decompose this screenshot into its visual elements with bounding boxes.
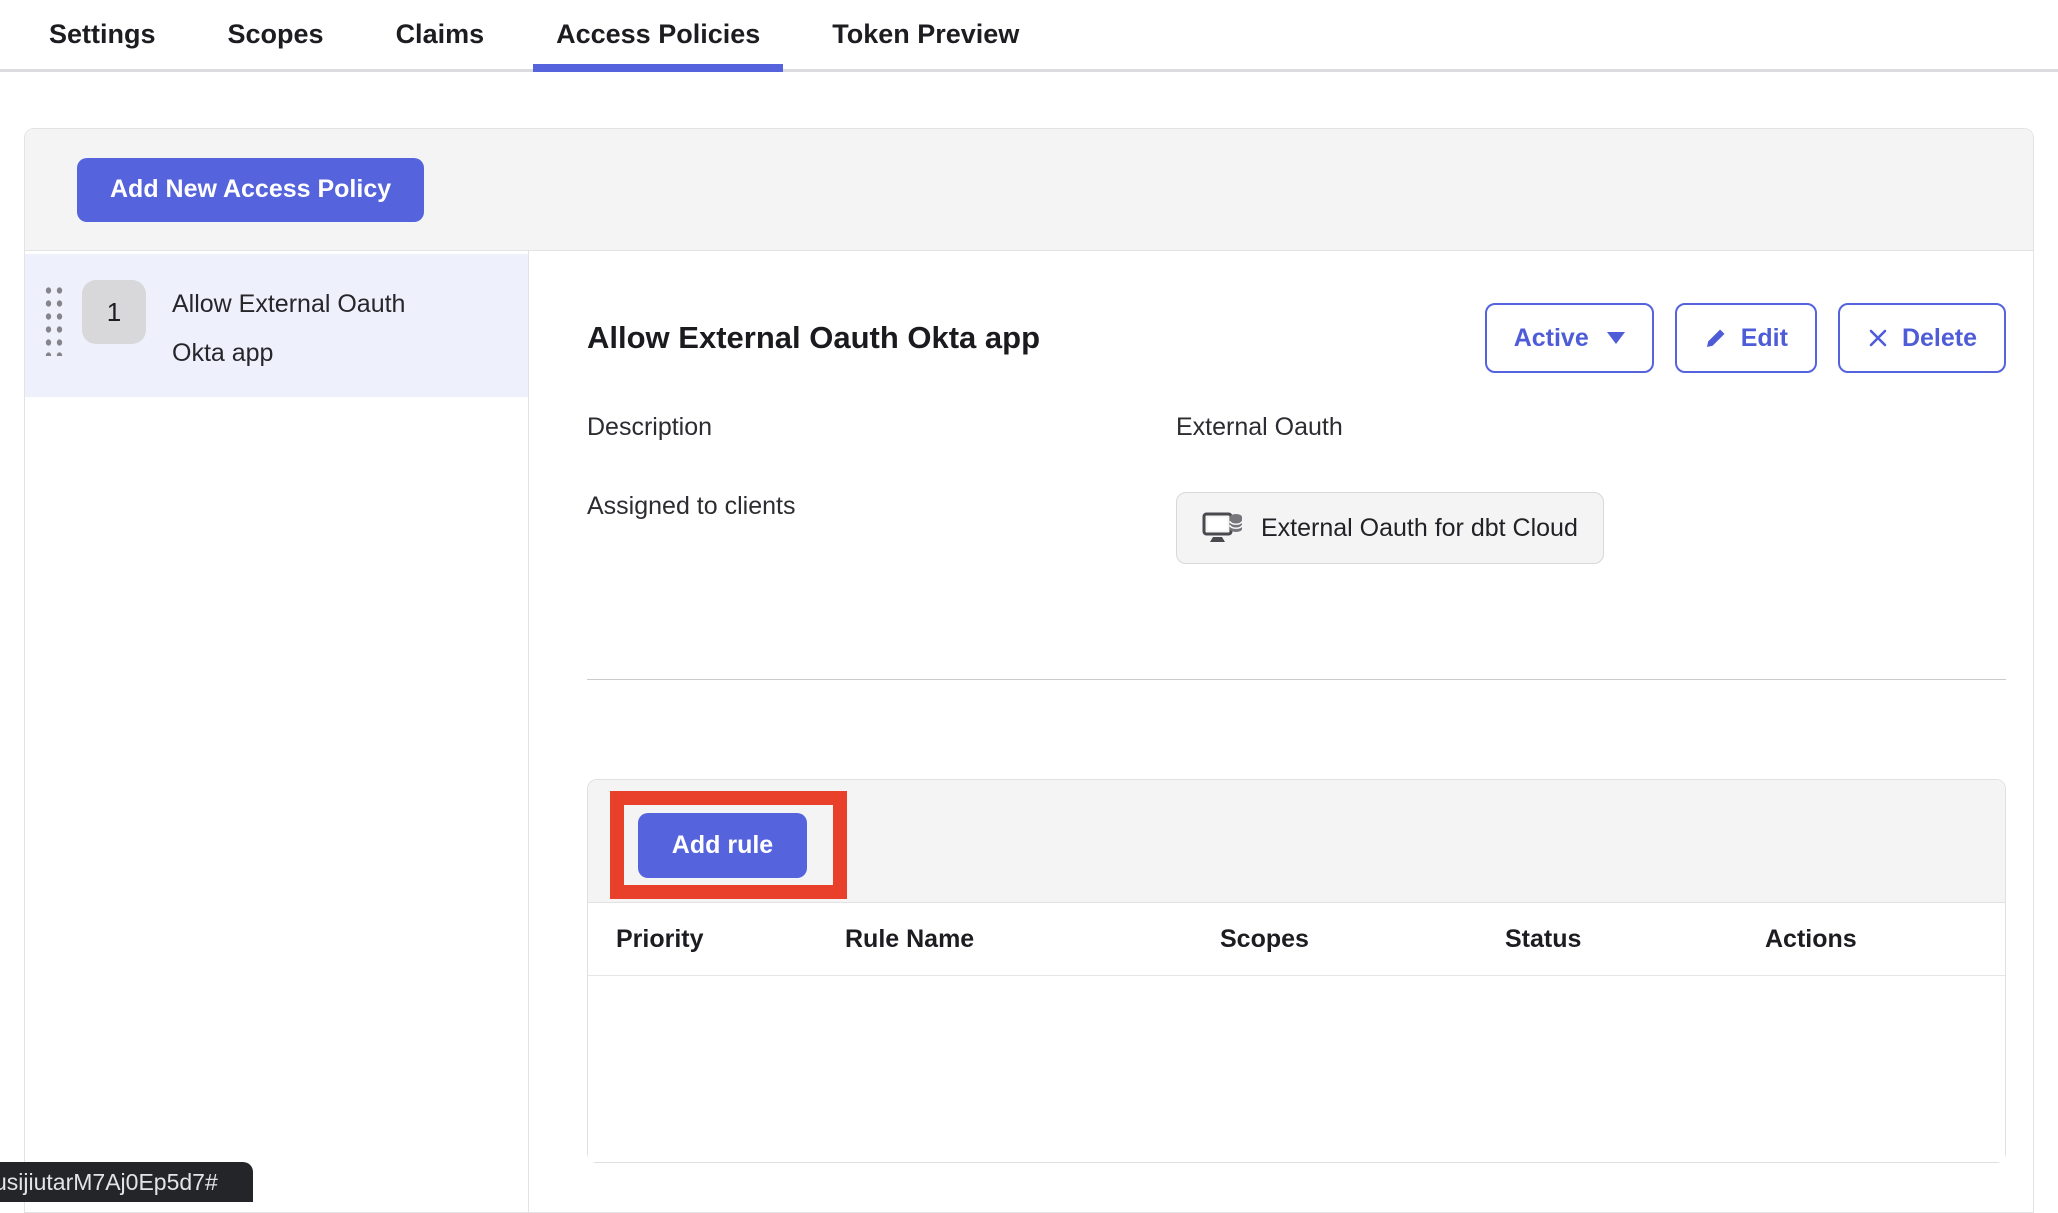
- card-header: Add New Access Policy: [25, 129, 2033, 251]
- chevron-down-icon: [1607, 332, 1625, 344]
- tab-token-preview[interactable]: Token Preview: [832, 0, 1019, 69]
- access-policies-card: Add New Access Policy 1 Allow External O…: [24, 128, 2034, 1213]
- description-label: Description: [587, 413, 1176, 442]
- client-chip[interactable]: External Oauth for dbt Cloud: [1176, 492, 1604, 564]
- tab-bar: Settings Scopes Claims Access Policies T…: [0, 0, 2058, 72]
- x-icon: [1867, 327, 1889, 349]
- drag-handle-icon[interactable]: [43, 284, 65, 356]
- rules-table-body: [588, 976, 2005, 1162]
- policy-list-item[interactable]: 1 Allow External Oauth Okta app: [25, 254, 528, 397]
- add-new-access-policy-button[interactable]: Add New Access Policy: [77, 158, 424, 222]
- policy-name-label: Allow External Oauth Okta app: [172, 280, 412, 378]
- column-header-scopes: Scopes: [1220, 925, 1505, 954]
- link-preview-text: usijiutarM7Aj0Ep5d7#: [0, 1169, 218, 1196]
- rules-table-header: Priority Rule Name Scopes Status Actions: [588, 903, 2005, 976]
- policy-title: Allow External Oauth Okta app: [587, 320, 1040, 356]
- description-value: External Oauth: [1176, 413, 2006, 442]
- policy-priority-badge: 1: [82, 280, 146, 344]
- section-divider: [587, 679, 2006, 680]
- delete-button[interactable]: Delete: [1838, 303, 2006, 373]
- tab-scopes[interactable]: Scopes: [228, 0, 324, 69]
- policy-list: 1 Allow External Oauth Okta app: [25, 251, 529, 1212]
- rules-panel-header: Add rule: [588, 780, 2005, 903]
- link-preview-status-bar: usijiutarM7Aj0Ep5d7#: [0, 1162, 253, 1202]
- card-body: 1 Allow External Oauth Okta app Allow Ex…: [25, 251, 2033, 1212]
- status-dropdown-label: Active: [1514, 324, 1589, 353]
- rules-panel: Add rule Priority Rule Name Scopes Statu…: [587, 779, 2006, 1163]
- delete-button-label: Delete: [1902, 324, 1977, 353]
- policy-actions: Active Edit Delete: [1485, 303, 2006, 373]
- policy-detail-pane: Allow External Oauth Okta app Active Edi…: [529, 251, 2033, 1212]
- edit-button[interactable]: Edit: [1675, 303, 1817, 373]
- add-rule-button[interactable]: Add rule: [638, 813, 807, 878]
- edit-button-label: Edit: [1741, 324, 1788, 353]
- column-header-priority: Priority: [588, 925, 845, 954]
- column-header-rule-name: Rule Name: [845, 925, 1220, 954]
- policy-info: Description External Oauth Assigned to c…: [587, 413, 2006, 564]
- column-header-actions: Actions: [1765, 925, 2005, 954]
- tab-settings[interactable]: Settings: [49, 0, 156, 69]
- pencil-icon: [1704, 326, 1728, 350]
- assigned-to-clients-label: Assigned to clients: [587, 492, 1176, 521]
- annotation-rectangle: Add rule: [610, 791, 847, 899]
- status-dropdown-button[interactable]: Active: [1485, 303, 1654, 373]
- tab-claims[interactable]: Claims: [396, 0, 485, 69]
- column-header-status: Status: [1505, 925, 1765, 954]
- tab-access-policies[interactable]: Access Policies: [556, 0, 760, 69]
- client-chip-label: External Oauth for dbt Cloud: [1261, 514, 1578, 543]
- monitor-icon: [1202, 510, 1246, 546]
